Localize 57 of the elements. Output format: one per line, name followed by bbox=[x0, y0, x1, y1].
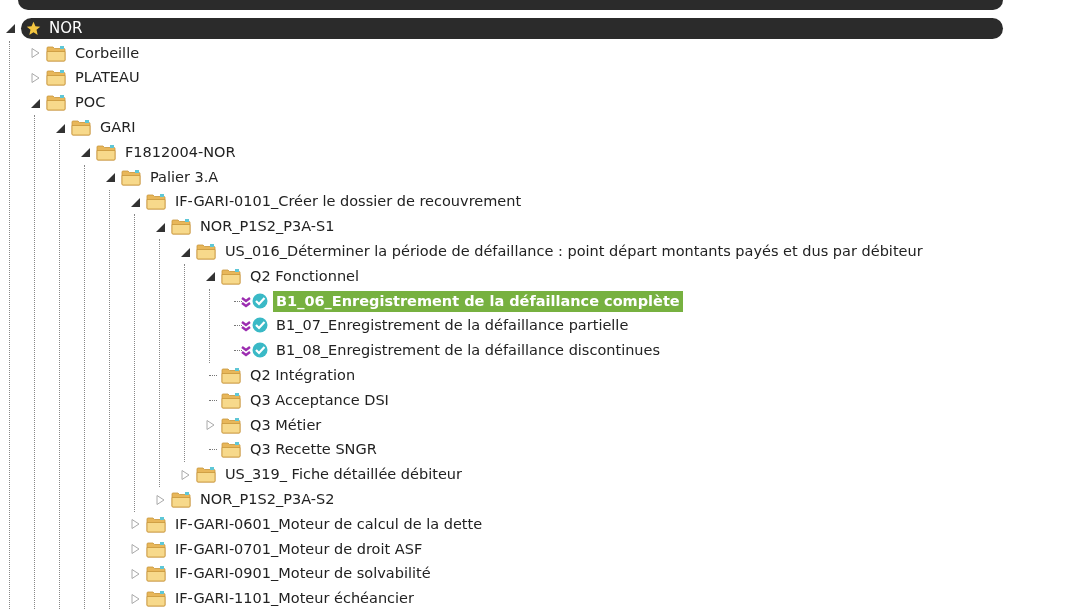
tree-item-label[interactable]: GARI bbox=[97, 117, 139, 139]
tree-item-label[interactable]: B1_07_Enregistrement de la défaillance partielle bbox=[273, 315, 632, 337]
tree-item-label[interactable]: Q3 Acceptance DSI bbox=[247, 389, 392, 411]
expand-toggle[interactable] bbox=[203, 418, 217, 433]
tree-item-label[interactable]: Q3 Métier bbox=[247, 414, 325, 436]
folder-icon bbox=[171, 491, 191, 509]
tree-item-label[interactable]: IF-GARI-0601_Moteur de calcul de la dette bbox=[172, 513, 486, 535]
tree-item-label[interactable]: IF-GARI-0101_Créer le dossier de recouvrement bbox=[172, 191, 525, 213]
folder-icon bbox=[221, 367, 241, 385]
project-name: NOR bbox=[49, 19, 83, 38]
star-icon bbox=[26, 20, 41, 36]
tree-item-label[interactable]: Q2 Intégration bbox=[247, 365, 359, 387]
expand-toggle[interactable] bbox=[178, 467, 192, 482]
folder-icon bbox=[221, 416, 241, 434]
folder-icon bbox=[146, 540, 166, 558]
expand-toggle[interactable] bbox=[128, 591, 142, 606]
folder-icon bbox=[146, 515, 166, 533]
tree-item-label[interactable]: F1812004-NOR bbox=[122, 141, 239, 163]
folder-icon bbox=[146, 565, 166, 583]
folder-icon bbox=[46, 69, 66, 87]
expand-toggle[interactable] bbox=[128, 542, 142, 557]
folder-icon bbox=[221, 441, 241, 459]
tree-item-label[interactable]: Corbeille bbox=[72, 42, 143, 64]
tree-item-label[interactable]: B1_08_Enregistrement de la défaillance discontinues bbox=[273, 340, 664, 362]
tree-item-label[interactable]: IF-GARI-0701_Moteur de droit ASF bbox=[172, 538, 426, 560]
folder-icon bbox=[46, 94, 66, 112]
tree-item-label[interactable]: Q2 Fonctionnel bbox=[247, 265, 363, 287]
priority-check-icon bbox=[240, 342, 270, 360]
tree-item-label[interactable]: Palier 3.A bbox=[147, 166, 222, 188]
folder-icon bbox=[46, 44, 66, 62]
folder-icon bbox=[171, 218, 191, 236]
folder-icon bbox=[71, 119, 91, 137]
tree-item-label[interactable]: NOR_P1S2_P3A-S1 bbox=[197, 216, 338, 238]
tree-item-label[interactable]: US_016_Déterminer la période de défaillance : point départ montants payés et dus par débiteur bbox=[222, 241, 926, 263]
expand-toggle[interactable] bbox=[128, 517, 142, 532]
expand-toggle[interactable] bbox=[28, 71, 42, 85]
folder-icon bbox=[146, 193, 166, 211]
folder-icon bbox=[196, 466, 216, 484]
folder-icon bbox=[196, 243, 216, 261]
expand-toggle[interactable] bbox=[28, 46, 42, 61]
tree-item-label[interactable]: NOR_P1S2_P3A-S2 bbox=[197, 489, 338, 511]
tree-item-label[interactable]: Q3 Recette SNGR bbox=[247, 439, 380, 461]
folder-icon bbox=[221, 391, 241, 409]
tree-item-label[interactable]: POC bbox=[72, 92, 109, 114]
tree-item-label[interactable]: IF-GARI-0901_Moteur de solvabilité bbox=[172, 563, 434, 585]
folder-icon bbox=[96, 143, 116, 161]
expand-toggle[interactable] bbox=[153, 492, 167, 507]
folder-icon bbox=[121, 168, 141, 186]
tree-item-label[interactable]: IF-GARI-1101_Moteur échéancier bbox=[172, 588, 417, 610]
folder-icon bbox=[146, 590, 166, 608]
priority-check-icon bbox=[240, 292, 270, 310]
folder-icon bbox=[221, 267, 241, 285]
project-row[interactable]: NOR bbox=[21, 17, 1003, 39]
tree-item-label[interactable]: PLATEAU bbox=[72, 67, 143, 89]
expand-toggle[interactable] bbox=[128, 566, 142, 581]
priority-check-icon bbox=[240, 317, 270, 335]
tree-item-label[interactable]: US_319_ Fiche détaillée débiteur bbox=[222, 464, 465, 486]
